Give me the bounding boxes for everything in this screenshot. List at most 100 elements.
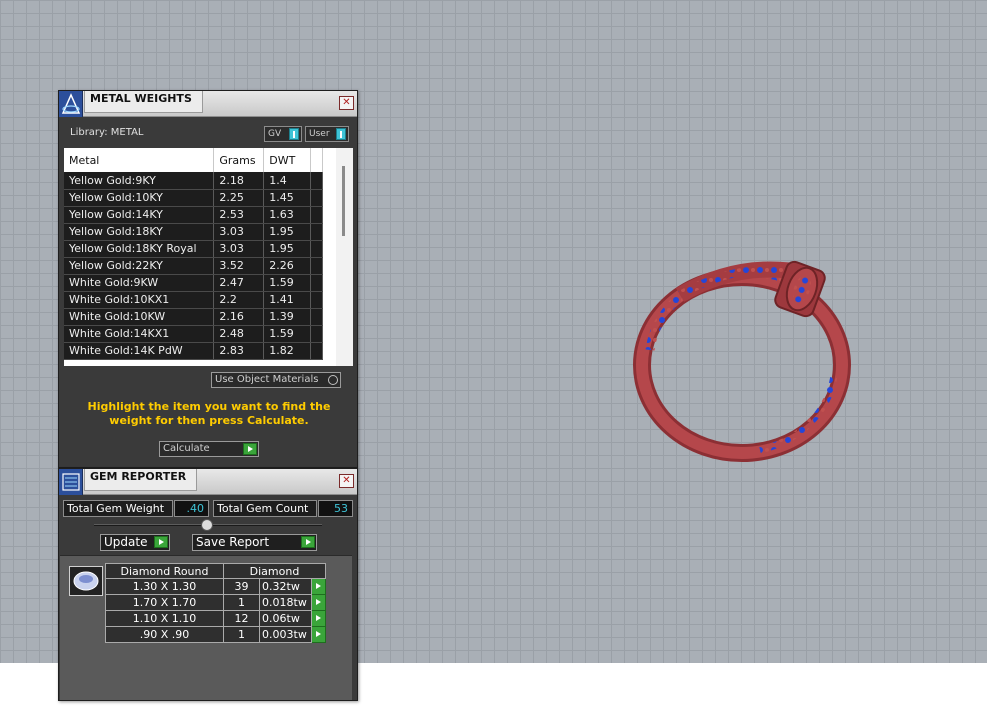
metal-name-cell: Yellow Gold:9KY (64, 172, 215, 190)
gem-reporter-titlebar[interactable]: GEM REPORTER ✕ (59, 469, 357, 495)
table-row[interactable]: Yellow Gold:22KY 3.52 2.26 (64, 257, 323, 275)
metal-weights-icon (59, 91, 83, 117)
update-button[interactable]: Update (100, 534, 170, 551)
panel-title: METAL WEIGHTS (84, 91, 203, 113)
gem-shape-header: Diamond Round (105, 563, 224, 579)
metal-table-container: Metal Grams DWT Yellow Gold:9KY 2.18 1.4 Ye… (64, 148, 353, 366)
grams-cell: 2.2 (213, 291, 265, 309)
column-header-metal[interactable]: Metal (64, 148, 215, 172)
metal-name-cell: White Gold:10KW (64, 308, 215, 326)
gem-weight-cell: 0.06tw (259, 610, 312, 627)
table-row[interactable]: White Gold:9KW 2.47 1.59 (64, 274, 323, 292)
calculate-button[interactable]: Calculate (159, 441, 259, 457)
panel-splitter-slider[interactable] (94, 519, 322, 531)
metal-name-cell: White Gold:10KX1 (64, 291, 215, 309)
table-row[interactable]: 1.30 X 1.30 39 0.32tw (105, 578, 327, 595)
dwt-cell: 1.4 (263, 172, 312, 190)
slider-handle-icon[interactable] (201, 519, 213, 531)
table-row[interactable]: White Gold:10KX1 2.2 1.41 (64, 291, 323, 309)
scrollbar-thumb[interactable] (342, 166, 345, 236)
gem-material-header: Diamond (223, 563, 326, 579)
metal-name-cell: White Gold:9KW (64, 274, 215, 292)
play-arrow-icon (243, 443, 257, 455)
ring-3d-model[interactable] (630, 255, 860, 465)
hint-text: Highlight the item you want to find the … (87, 400, 331, 427)
metal-weights-titlebar[interactable]: METAL WEIGHTS ✕ (59, 91, 357, 117)
table-row[interactable]: Yellow Gold:18KY 3.03 1.95 (64, 223, 323, 241)
library-label: Library: METAL (70, 127, 144, 138)
dwt-cell: 1.59 (263, 274, 312, 292)
close-icon[interactable]: ✕ (339, 474, 354, 488)
total-gem-weight-value: .40 (174, 500, 209, 517)
gem-count-cell: 1 (222, 626, 261, 643)
toggle-switch-icon (289, 128, 299, 140)
gem-weight-cell: 0.018tw (259, 594, 312, 611)
total-gem-count-value: 53 (318, 500, 353, 517)
total-gem-weight-label: Total Gem Weight (63, 500, 173, 517)
table-row[interactable]: White Gold:10KW 2.16 1.39 (64, 308, 323, 326)
grams-cell: 3.03 (213, 223, 265, 241)
dwt-cell: 1.82 (263, 342, 312, 360)
column-header-grams[interactable]: Grams (213, 148, 265, 172)
gv-toggle-label: GV (268, 129, 282, 139)
metal-weights-panel: METAL WEIGHTS ✕ Library: METAL GV User M… (58, 90, 358, 468)
metal-table-scrollbar[interactable] (336, 148, 353, 366)
select-gems-arrow-icon[interactable] (310, 594, 327, 611)
select-gems-arrow-icon[interactable] (310, 610, 327, 627)
select-gems-arrow-icon[interactable] (310, 626, 327, 643)
metal-name-cell: White Gold:14K PdW (64, 342, 215, 360)
table-row[interactable]: 1.70 X 1.70 1 0.018tw (105, 594, 327, 611)
dwt-cell: 1.45 (263, 189, 312, 207)
play-arrow-icon (301, 536, 315, 548)
save-report-button[interactable]: Save Report (192, 534, 317, 551)
grams-cell: 2.18 (213, 172, 265, 190)
metal-name-cell: Yellow Gold:18KY (64, 223, 215, 241)
table-row[interactable]: Yellow Gold:10KY 2.25 1.45 (64, 189, 323, 207)
save-report-label: Save Report (196, 535, 270, 549)
gem-weight-cell: 0.32tw (259, 578, 312, 595)
gem-list-area: Diamond Round Diamond 1.30 X 1.30 39 0.32t… (60, 555, 352, 700)
gem-count-cell: 12 (222, 610, 261, 627)
dwt-cell: 1.95 (263, 240, 312, 258)
gem-size-cell: 1.10 X 1.10 (105, 610, 224, 627)
dwt-cell: 2.26 (263, 257, 312, 275)
close-icon[interactable]: ✕ (339, 96, 354, 110)
table-row[interactable]: White Gold:14KX1 2.48 1.59 (64, 325, 323, 343)
panel-title: GEM REPORTER (84, 469, 198, 491)
metal-name-cell: White Gold:14KX1 (64, 325, 215, 343)
gem-table: Diamond Round Diamond 1.30 X 1.30 39 0.32t… (105, 563, 327, 643)
use-object-materials-label: Use Object Materials (215, 374, 319, 385)
table-row[interactable]: Yellow Gold:18KY Royal 3.03 1.95 (64, 240, 323, 258)
gv-toggle[interactable]: GV (264, 126, 302, 142)
column-header-dwt[interactable]: DWT (263, 148, 312, 172)
toggle-switch-icon (336, 128, 346, 140)
gem-size-cell: 1.30 X 1.30 (105, 578, 224, 595)
table-row[interactable]: Yellow Gold:9KY 2.18 1.4 (64, 172, 323, 190)
update-label: Update (104, 535, 148, 549)
gem-weight-cell: 0.003tw (259, 626, 312, 643)
use-object-materials-toggle[interactable]: Use Object Materials (211, 372, 341, 388)
total-gem-count-label: Total Gem Count (213, 500, 317, 517)
metal-name-cell: Yellow Gold:10KY (64, 189, 215, 207)
table-row[interactable]: .90 X .90 1 0.003tw (105, 626, 327, 643)
diamond-round-icon[interactable] (69, 566, 103, 596)
gem-size-cell: .90 X .90 (105, 626, 224, 643)
play-arrow-icon (154, 536, 168, 548)
grams-cell: 2.25 (213, 189, 265, 207)
metal-name-cell: Yellow Gold:18KY Royal (64, 240, 215, 258)
metal-table: Metal Grams DWT Yellow Gold:9KY 2.18 1.4 Ye… (64, 148, 323, 360)
dwt-cell: 1.59 (263, 325, 312, 343)
user-toggle[interactable]: User (305, 126, 349, 142)
user-toggle-label: User (309, 129, 330, 139)
select-gems-arrow-icon[interactable] (310, 578, 327, 595)
table-row[interactable]: 1.10 X 1.10 12 0.06tw (105, 610, 327, 627)
gem-size-cell: 1.70 X 1.70 (105, 594, 224, 611)
metal-name-cell: Yellow Gold:14KY (64, 206, 215, 224)
gem-count-cell: 1 (222, 594, 261, 611)
grams-cell: 2.83 (213, 342, 265, 360)
radio-icon (328, 375, 338, 385)
table-row[interactable]: Yellow Gold:14KY 2.53 1.63 (64, 206, 323, 224)
grams-cell: 2.48 (213, 325, 265, 343)
table-row[interactable]: White Gold:14K PdW 2.83 1.82 (64, 342, 323, 360)
gem-reporter-icon (59, 469, 83, 495)
